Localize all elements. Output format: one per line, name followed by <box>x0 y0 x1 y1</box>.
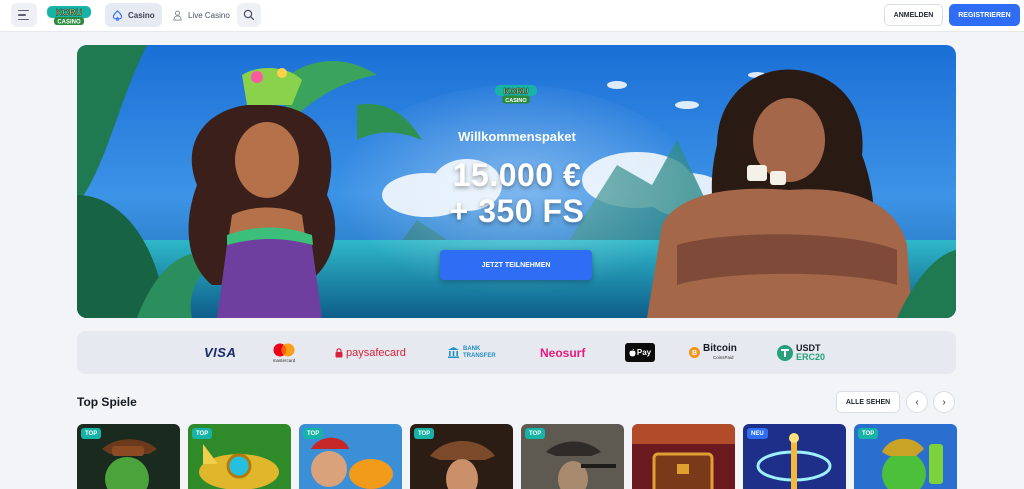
visa-logo: VISA <box>204 331 236 374</box>
chevron-left-icon: ‹ <box>915 396 919 408</box>
game-tile[interactable]: TOP <box>299 424 402 489</box>
game-tile[interactable]: TOP <box>188 424 291 489</box>
erc20-label: ERC20 <box>796 351 826 362</box>
top-navigation-bar: KORU CASINO Casino Live Casino ANMELDEN … <box>0 0 1024 32</box>
hero-koru-casino-logo: KORU CASINO <box>495 85 537 104</box>
bitcoin-icon: B <box>689 347 700 358</box>
bank-icon <box>448 347 459 358</box>
game-badge: TOP <box>303 428 324 439</box>
game-badge: TOP <box>858 428 879 439</box>
game-thumbnail <box>632 424 735 489</box>
welcome-banner[interactable]: KORU CASINO Willkommenspaket 15.000 € + … <box>77 45 956 318</box>
carousel-next-button[interactable]: › <box>933 391 955 413</box>
bank-transfer-label: BANK TRANSFER <box>463 345 496 359</box>
dealer-icon <box>173 10 182 21</box>
svg-text:KORU: KORU <box>503 86 528 96</box>
usdt-logo: USDT ERC20 <box>777 331 825 374</box>
welcome-package-title: Willkommenspaket <box>458 129 576 144</box>
svg-text:KORU: KORU <box>56 8 83 18</box>
search-icon <box>243 9 255 21</box>
paysafecard-label: paysafecard <box>346 346 406 359</box>
svg-text:CASINO: CASINO <box>57 20 81 26</box>
visa-label: VISA <box>204 345 237 360</box>
svg-text:B: B <box>692 350 697 357</box>
tab-casino[interactable]: Casino <box>105 3 162 27</box>
apple-pay-logo: Pay <box>625 331 655 374</box>
mastercard-label: mastercard <box>272 357 296 363</box>
mastercard-icon <box>273 343 295 356</box>
game-tile[interactable] <box>632 424 735 489</box>
login-button[interactable]: ANMELDEN <box>884 4 943 26</box>
paysafecard-logo: paysafecard <box>335 331 406 374</box>
neosurf-logo: Neosurf <box>540 331 585 374</box>
game-badge: TOP <box>414 428 435 439</box>
tab-live-casino[interactable]: Live Casino <box>165 3 237 27</box>
apple-pay-label: Pay <box>636 348 652 357</box>
apple-icon <box>629 348 636 356</box>
neosurf-label: Neosurf <box>540 345 586 360</box>
tab-live-casino-label: Live Casino <box>188 10 230 20</box>
chevron-right-icon: › <box>942 396 946 408</box>
see-all-button[interactable]: ALLE SEHEN <box>836 391 900 413</box>
tab-casino-label: Casino <box>128 10 155 20</box>
register-button[interactable]: REGISTRIEREN <box>949 4 1020 26</box>
bank-transfer-logo: BANK TRANSFER <box>447 331 497 374</box>
top-games-title: Top Spiele <box>77 395 137 409</box>
coinspaid-label: CoinsPaid <box>713 354 734 360</box>
game-badge: TOP <box>192 428 213 439</box>
lock-icon <box>335 347 343 357</box>
free-spins-amount: + 350 FS <box>449 193 585 229</box>
game-tile[interactable]: TOP <box>77 424 180 489</box>
svg-text:CASINO: CASINO <box>505 98 527 104</box>
koru-casino-logo[interactable]: KORU CASINO <box>45 3 93 27</box>
game-badge: TOP <box>81 428 102 439</box>
bonus-amount: 15.000 € <box>452 157 582 193</box>
game-badge: TOP <box>525 428 546 439</box>
join-now-button[interactable]: JETZT TEILNEHMEN <box>440 250 592 280</box>
bitcoin-logo: B Bitcoin CoinsPaid <box>689 331 737 374</box>
tether-icon <box>777 344 793 361</box>
mastercard-logo: mastercard <box>272 331 296 374</box>
game-tile[interactable]: TOP <box>521 424 624 489</box>
game-tile[interactable]: TOP <box>854 424 957 489</box>
bitcoin-label: Bitcoin <box>703 342 737 354</box>
game-tile[interactable]: TOP <box>410 424 513 489</box>
game-tile[interactable]: NEU <box>743 424 846 489</box>
hamburger-menu-icon[interactable] <box>11 3 37 27</box>
game-badge: NEU <box>747 428 768 439</box>
payment-methods-bar: VISA mastercard paysafecard BANK TRANSFE… <box>77 331 956 374</box>
carousel-prev-button[interactable]: ‹ <box>906 391 928 413</box>
spade-icon <box>112 9 123 21</box>
search-button[interactable] <box>237 3 261 27</box>
top-games-carousel: TOP TOP TOP TOP TOP NEU TOP <box>77 424 957 489</box>
